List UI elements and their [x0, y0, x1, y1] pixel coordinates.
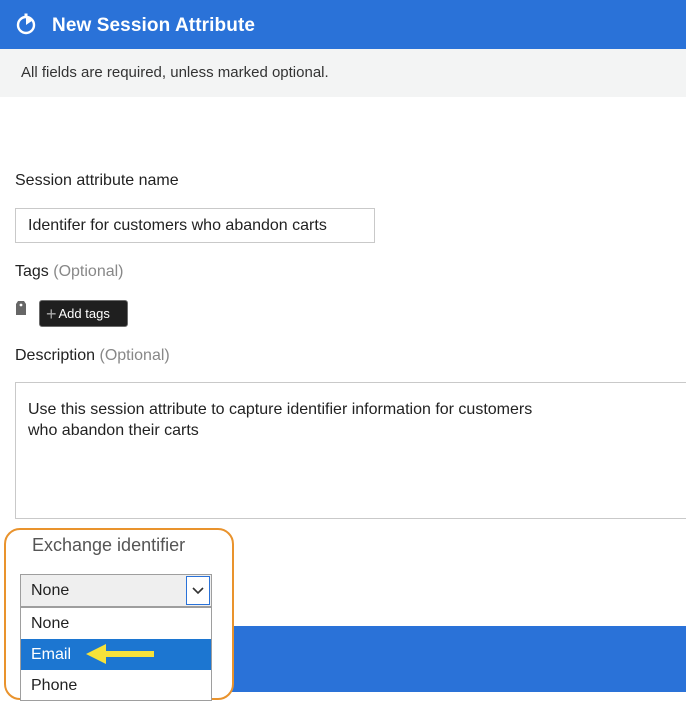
description-optional-text: (Optional)	[99, 347, 170, 364]
page-title: New Session Attribute	[52, 15, 256, 36]
exchange-identifier-label: Exchange identifier	[32, 535, 186, 555]
tags-optional-text: (Optional)	[53, 263, 124, 280]
option-none[interactable]: None	[21, 608, 211, 639]
description-label-text: Description	[15, 347, 96, 364]
select-value: None	[31, 581, 70, 599]
session-attribute-name-input[interactable]: Identifer for customers who abandon cart…	[15, 208, 375, 243]
description-textarea[interactable]: Use this session attribute to capture id…	[15, 382, 686, 519]
exchange-identifier-select[interactable]: None	[20, 574, 212, 607]
stopwatch-icon	[16, 13, 36, 35]
tag-icon	[16, 301, 26, 315]
name-label: Session attribute name	[15, 172, 179, 189]
option-phone[interactable]: Phone	[21, 670, 211, 701]
tags-label-text: Tags	[15, 263, 49, 280]
tags-label: Tags (Optional)	[15, 263, 124, 281]
add-tags-label: Add tags	[58, 306, 110, 321]
plus-icon: +	[46, 303, 57, 324]
title-bar: New Session Attribute	[0, 0, 686, 49]
pointer-arrow-icon	[86, 644, 154, 664]
add-tags-button[interactable]: + Add tags	[39, 300, 128, 327]
chevron-down-icon[interactable]	[186, 576, 210, 605]
notice-text: All fields are required, unless marked o…	[21, 64, 329, 81]
description-label: Description (Optional)	[15, 347, 170, 365]
required-fields-notice: All fields are required, unless marked o…	[0, 49, 686, 97]
